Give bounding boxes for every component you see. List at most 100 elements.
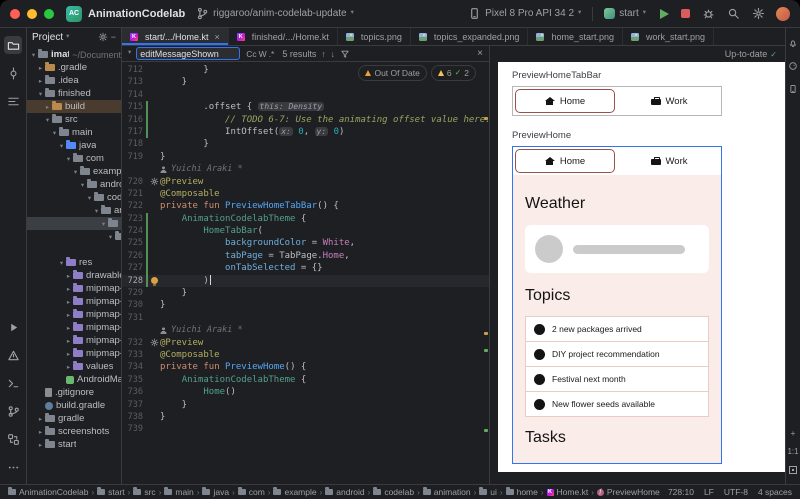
close-tab-icon[interactable]: × [215, 32, 220, 42]
code-line[interactable]: 722private fun PreviewHomeTabBar() { [122, 200, 489, 212]
search-toggle-Cc[interactable]: Cc [245, 49, 257, 59]
code-line[interactable]: 736 Home() [122, 386, 489, 398]
code-line[interactable]: 728 ) [122, 275, 489, 287]
tree-item[interactable]: ▸screenshots [27, 425, 121, 438]
tree-item[interactable]: ▾home [27, 230, 121, 243]
stop-button[interactable] [681, 9, 690, 18]
breadcrumb-item[interactable]: AnimationCodelab [8, 487, 88, 497]
code-line[interactable]: 730} [122, 299, 489, 311]
editor-tab[interactable]: start/.../Home.kt× [122, 28, 229, 45]
code-line[interactable]: 732@Preview [122, 337, 489, 349]
run-configuration-selector[interactable]: start ▾ [599, 6, 651, 21]
tree-item[interactable]: ▾res [27, 256, 121, 269]
tool-window-button-commit[interactable] [4, 64, 22, 82]
search-input[interactable] [136, 47, 240, 60]
topic-row[interactable]: Festival next month [525, 366, 709, 392]
preview-frame-PreviewHome[interactable]: HomeWorkWeatherTopics2 new packages arri… [512, 146, 722, 464]
tree-item[interactable]: ▸values [27, 360, 121, 373]
code-line[interactable]: 720@Preview [122, 176, 489, 188]
tree-item[interactable]: ▾android [27, 178, 121, 191]
file-encoding[interactable]: UTF-8 [724, 487, 748, 497]
close-search-icon[interactable]: × [477, 48, 483, 59]
tool-window-button-project[interactable] [4, 36, 22, 54]
tree-item[interactable]: ▸mipmap-xxxhdpi [27, 347, 121, 360]
breadcrumb-item[interactable]: java [202, 487, 229, 497]
preview-gutter-icon[interactable] [148, 338, 160, 347]
preview-gutter-icon[interactable] [148, 177, 160, 186]
search-filter-icon[interactable] [340, 49, 350, 59]
tree-item[interactable]: ▸drawable [27, 269, 121, 282]
code-line[interactable]: 719} [122, 151, 489, 163]
tree-item[interactable]: ▾src [27, 113, 121, 126]
search-toggle-regexregex[interactable]: .* [268, 49, 276, 59]
code-line[interactable]: 723 AnimationCodelabTheme { [122, 213, 489, 225]
code-line[interactable]: 724 HomeTabBar( [122, 225, 489, 237]
error-stripe[interactable] [482, 62, 489, 484]
tree-item[interactable]: ▾imationCodelab~/Document [27, 48, 121, 61]
code-line[interactable]: 733@Composable [122, 349, 489, 361]
tree-item[interactable]: ▸.gradle [27, 61, 121, 74]
breadcrumb-item[interactable]: Home.kt [547, 487, 589, 497]
editor-tab[interactable]: finished/.../Home.kt [229, 28, 338, 45]
zoom-in-button[interactable]: + [791, 430, 796, 438]
preview-tab-work[interactable]: Work [619, 149, 719, 173]
search-toggle-W[interactable]: W [258, 49, 268, 59]
topic-row[interactable]: 2 new packages arrived [525, 316, 709, 342]
tree-item[interactable]: ▸mipmap-hdpi [27, 295, 121, 308]
project-panel-title[interactable]: Project [32, 32, 63, 43]
zoom-actual-size-button[interactable]: 1:1 [787, 448, 798, 456]
expand-search-icon[interactable]: ▾ [128, 50, 131, 57]
tool-window-button-notifications[interactable] [787, 36, 800, 49]
line-separator[interactable]: LF [704, 487, 714, 497]
tree-item[interactable]: ▸build [27, 100, 121, 113]
tree-item[interactable]: ▾ui [27, 217, 121, 230]
code-line[interactable]: 716 // TODO 6-7: Use the animating offse… [122, 114, 489, 126]
tree-item[interactable]: ▸mipmap-xhdpi [27, 321, 121, 334]
code-editor[interactable]: 712 }713 }714715 .offset { this: Density… [122, 62, 489, 484]
tree-item[interactable]: ▾com [27, 152, 121, 165]
tool-window-button-device-manager[interactable] [787, 82, 800, 95]
breadcrumb-item[interactable]: main [164, 487, 193, 497]
breadcrumb-item[interactable]: animation [423, 487, 471, 497]
topic-row[interactable]: New flower seeds available [525, 391, 709, 417]
code-line[interactable]: 714 [122, 89, 489, 101]
tree-item[interactable]: ▸mipmap-anydpi-v26 [27, 282, 121, 295]
editor-tab[interactable]: topics_expanded.png [411, 28, 529, 45]
debug-button[interactable] [702, 7, 715, 20]
breadcrumb-item[interactable]: start [97, 487, 125, 497]
tree-item[interactable]: ▾codelab [27, 191, 121, 204]
zoom-window-button[interactable] [44, 9, 54, 19]
breadcrumb-item[interactable]: example [273, 487, 316, 497]
tree-item[interactable]: ▾example [27, 165, 121, 178]
preview-tab-work[interactable]: Work [619, 89, 719, 113]
minimize-window-button[interactable] [27, 9, 37, 19]
preview-canvas[interactable]: PreviewHomeTabBarHomeWorkPreviewHomeHome… [498, 62, 785, 472]
code-line[interactable]: 725 backgroundColor = White, [122, 237, 489, 249]
tool-window-button-terminal[interactable] [4, 374, 22, 392]
editor-tab[interactable]: topics.png [338, 28, 411, 45]
code-line[interactable]: 731 [122, 312, 489, 324]
tool-window-button-more[interactable] [4, 458, 22, 476]
tool-window-button-gradle[interactable] [787, 59, 800, 72]
code-line[interactable]: 718 } [122, 138, 489, 150]
settings-button[interactable] [752, 7, 765, 20]
tree-item[interactable]: .gitignore [27, 386, 121, 399]
preview-frame-PreviewHomeTabBar[interactable]: HomeWork [512, 86, 722, 116]
search-everywhere-button[interactable] [727, 7, 740, 20]
code-line[interactable]: 739 [122, 423, 489, 435]
breadcrumb-item[interactable]: com [238, 487, 265, 497]
breadcrumb-item[interactable]: android [325, 487, 364, 497]
indent-style[interactable]: 4 spaces [758, 487, 792, 497]
code-line[interactable]: 717 IntOffset(x: 0, y: 0) [122, 126, 489, 138]
tree-item[interactable]: ▾main [27, 126, 121, 139]
code-line[interactable]: 738} [122, 411, 489, 423]
breadcrumb-item[interactable]: src [133, 487, 155, 497]
bulb-gutter-icon[interactable] [148, 277, 160, 284]
breadcrumb-item[interactable]: PreviewHomeTabBar [597, 487, 660, 497]
code-line[interactable]: 721@Composable [122, 188, 489, 200]
device-selector[interactable]: Pixel 8 Pro API 34 2 ▾ [463, 5, 586, 22]
git-branch-selector[interactable]: riggaroo/anim-codelab-update ▾ [191, 5, 359, 22]
tree-item[interactable]: ▸.idea [27, 74, 121, 87]
panel-options-icon[interactable] [98, 32, 108, 42]
breadcrumb-item[interactable]: home [506, 487, 538, 497]
